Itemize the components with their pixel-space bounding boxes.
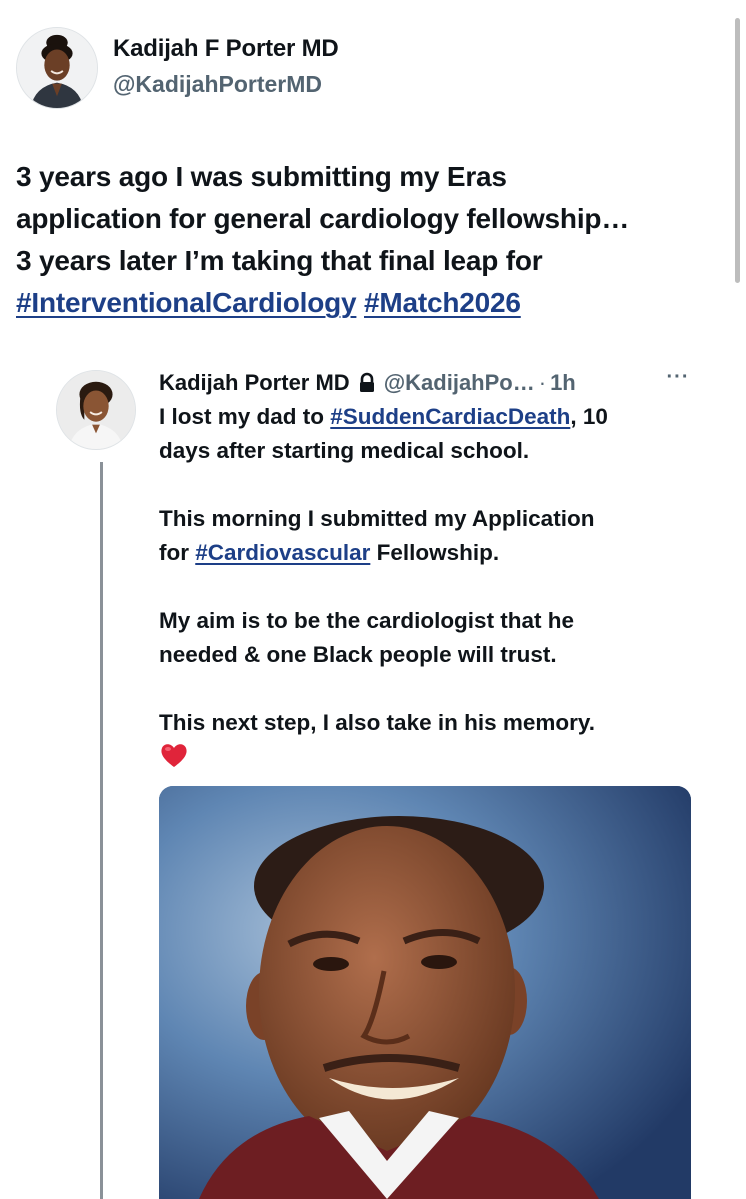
lock-icon xyxy=(356,372,378,394)
author-avatar[interactable] xyxy=(16,27,98,109)
thread-line xyxy=(100,462,103,1199)
hashtag-link[interactable]: #SuddenCardiacDeath xyxy=(330,404,570,429)
quoted-text-line: My aim is to be the cardiologist that he xyxy=(159,608,575,633)
quoted-tweet-text: I lost my dad to #SuddenCardiacDeath, 10… xyxy=(159,400,719,770)
quoted-header: Kadijah Porter MD @KadijahPo… · 1h xyxy=(159,368,576,398)
quoted-text-line: This morning I submitted my Application xyxy=(159,506,595,531)
portrait-photo[interactable] xyxy=(159,786,691,1199)
quoted-text-line: I lost my dad to #SuddenCardiacDeath, 10 xyxy=(159,400,719,434)
quoted-author-name[interactable]: Kadijah Porter MD xyxy=(159,370,350,396)
text-segment: for xyxy=(159,540,196,565)
tweet-hashtags-line: #InterventionalCardiology #Match2026 xyxy=(16,282,728,324)
quoted-text-line: days after starting medical school. xyxy=(159,438,530,463)
text-segment: Fellowship. xyxy=(370,540,500,565)
quoted-text-line: needed & one Black people will trust. xyxy=(159,642,557,667)
quoted-author-handle[interactable]: @KadijahPo… xyxy=(384,370,535,396)
quoted-author-avatar[interactable] xyxy=(56,370,136,450)
more-options-icon[interactable]: ··· xyxy=(664,367,692,390)
heart-emoji-icon xyxy=(159,740,189,770)
tweet-text-line: 3 years ago I was submitting my Eras xyxy=(16,161,507,192)
text-segment: I lost my dad to xyxy=(159,404,331,429)
tweet-text-line: 3 years later I’m taking that final leap… xyxy=(16,245,543,276)
quoted-text-line: This next step, I also take in his memor… xyxy=(159,710,595,735)
quoted-text-line: for #Cardiovascular Fellowship. xyxy=(159,536,719,570)
author-handle[interactable]: @KadijahPorterMD xyxy=(113,71,322,98)
author-name[interactable]: Kadijah F Porter MD xyxy=(113,35,339,63)
hashtag-link[interactable]: #Cardiovascular xyxy=(195,540,370,565)
scrollbar[interactable] xyxy=(735,18,740,283)
separator-dot: · xyxy=(538,370,547,395)
quoted-timestamp[interactable]: 1h xyxy=(550,370,576,396)
hashtag-link[interactable]: #Match2026 xyxy=(364,287,521,318)
hashtag-link[interactable]: #InterventionalCardiology xyxy=(16,287,357,318)
screen: Kadijah F Porter MD @KadijahPorterMD 3 y… xyxy=(0,0,746,1199)
tweet-text-line: application for general cardiology fello… xyxy=(16,203,630,234)
text-segment: , 10 xyxy=(570,404,608,429)
tweet-text: 3 years ago I was submitting my Eras app… xyxy=(16,156,728,324)
